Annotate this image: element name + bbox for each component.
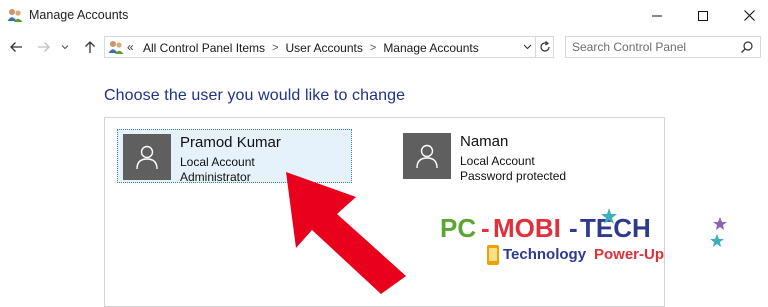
star-icon bbox=[710, 234, 724, 247]
svg-text:Technology: Technology bbox=[503, 246, 587, 263]
breadcrumb-item[interactable]: Manage Accounts bbox=[383, 41, 478, 55]
search-input[interactable] bbox=[572, 39, 732, 55]
arrow-up-icon bbox=[85, 41, 95, 53]
account-role: Administrator bbox=[180, 170, 251, 184]
account-type: Local Account bbox=[460, 154, 535, 168]
svg-text:PC: PC bbox=[440, 213, 476, 243]
refresh-icon bbox=[540, 41, 550, 52]
svg-text:Power-Up: Power-Up bbox=[594, 246, 664, 263]
arrow-right-icon bbox=[38, 42, 50, 52]
star-icon bbox=[713, 217, 727, 230]
account-name: Naman bbox=[460, 133, 509, 150]
back-button[interactable] bbox=[6, 37, 26, 57]
account-name: Pramod Kumar bbox=[180, 134, 281, 151]
breadcrumb-separator-icon[interactable]: > bbox=[272, 42, 278, 54]
refresh-button[interactable] bbox=[535, 37, 554, 57]
address-dropdown-button[interactable] bbox=[519, 37, 535, 57]
recent-locations-button[interactable] bbox=[58, 37, 72, 57]
search-icon[interactable] bbox=[740, 40, 754, 54]
account-type: Local Account bbox=[180, 155, 255, 169]
address-bar[interactable]: « All Control Panel Items > User Account… bbox=[104, 36, 554, 58]
account-status: Password protected bbox=[460, 169, 567, 183]
minimize-button[interactable] bbox=[634, 0, 680, 31]
minimize-icon bbox=[652, 15, 662, 16]
breadcrumb-item[interactable]: All Control Panel Items bbox=[143, 41, 265, 55]
maximize-icon bbox=[698, 10, 708, 21]
page-title: Choose the user you would like to change bbox=[104, 87, 406, 104]
forward-button[interactable] bbox=[34, 37, 54, 57]
svg-text:-: - bbox=[569, 213, 578, 243]
user-icon bbox=[136, 145, 158, 170]
search-box[interactable] bbox=[565, 36, 761, 58]
svg-text:MOBI: MOBI bbox=[493, 213, 561, 243]
breadcrumb-overflow[interactable]: « bbox=[127, 40, 134, 54]
maximize-button[interactable] bbox=[680, 0, 726, 31]
avatar bbox=[403, 133, 451, 179]
close-icon bbox=[743, 10, 755, 21]
user-icon bbox=[416, 144, 438, 169]
account-tile-naman[interactable]: Naman Local Account Password protected bbox=[398, 129, 633, 183]
arrow-left-icon bbox=[10, 42, 22, 52]
breadcrumb-separator-icon[interactable]: > bbox=[370, 42, 376, 54]
navigation-bar: « All Control Panel Items > User Account… bbox=[0, 31, 768, 63]
svg-text:-: - bbox=[481, 213, 490, 243]
watermark-logo: PC - MOBI - TECH Technology Power-Up bbox=[440, 208, 727, 265]
svg-text:TECH: TECH bbox=[580, 213, 651, 243]
control-panel-icon bbox=[108, 39, 124, 55]
window-title: Manage Accounts bbox=[29, 8, 129, 22]
chevron-down-icon bbox=[523, 44, 531, 50]
breadcrumb: All Control Panel Items > User Accounts … bbox=[143, 41, 479, 55]
user-accounts-icon bbox=[7, 7, 23, 23]
title-bar: Manage Accounts bbox=[0, 0, 768, 31]
chevron-down-icon bbox=[61, 45, 69, 50]
close-button[interactable] bbox=[726, 0, 768, 31]
account-tile-pramod-kumar[interactable]: Pramod Kumar Local Account Administrator bbox=[117, 129, 352, 184]
breadcrumb-item[interactable]: User Accounts bbox=[286, 41, 363, 55]
avatar bbox=[123, 134, 171, 180]
up-button[interactable] bbox=[80, 37, 100, 57]
